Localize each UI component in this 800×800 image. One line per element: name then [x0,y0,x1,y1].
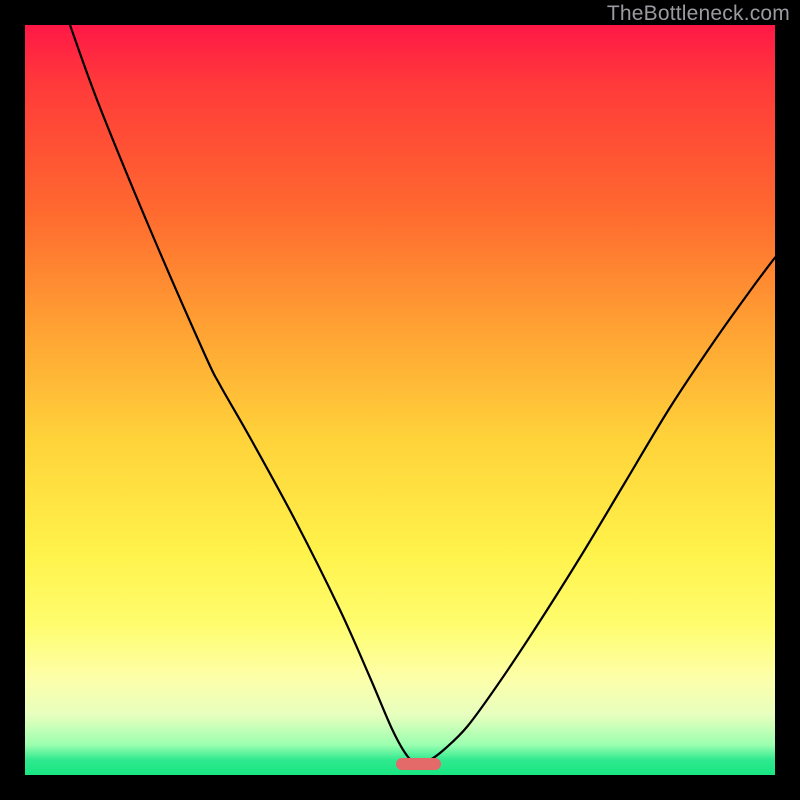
plot-area [25,25,775,775]
chart-frame: TheBottleneck.com [0,0,800,800]
curve-svg [25,25,775,775]
bottleneck-curve [70,25,775,764]
watermark-text: TheBottleneck.com [607,2,790,26]
minimum-marker [396,758,441,770]
